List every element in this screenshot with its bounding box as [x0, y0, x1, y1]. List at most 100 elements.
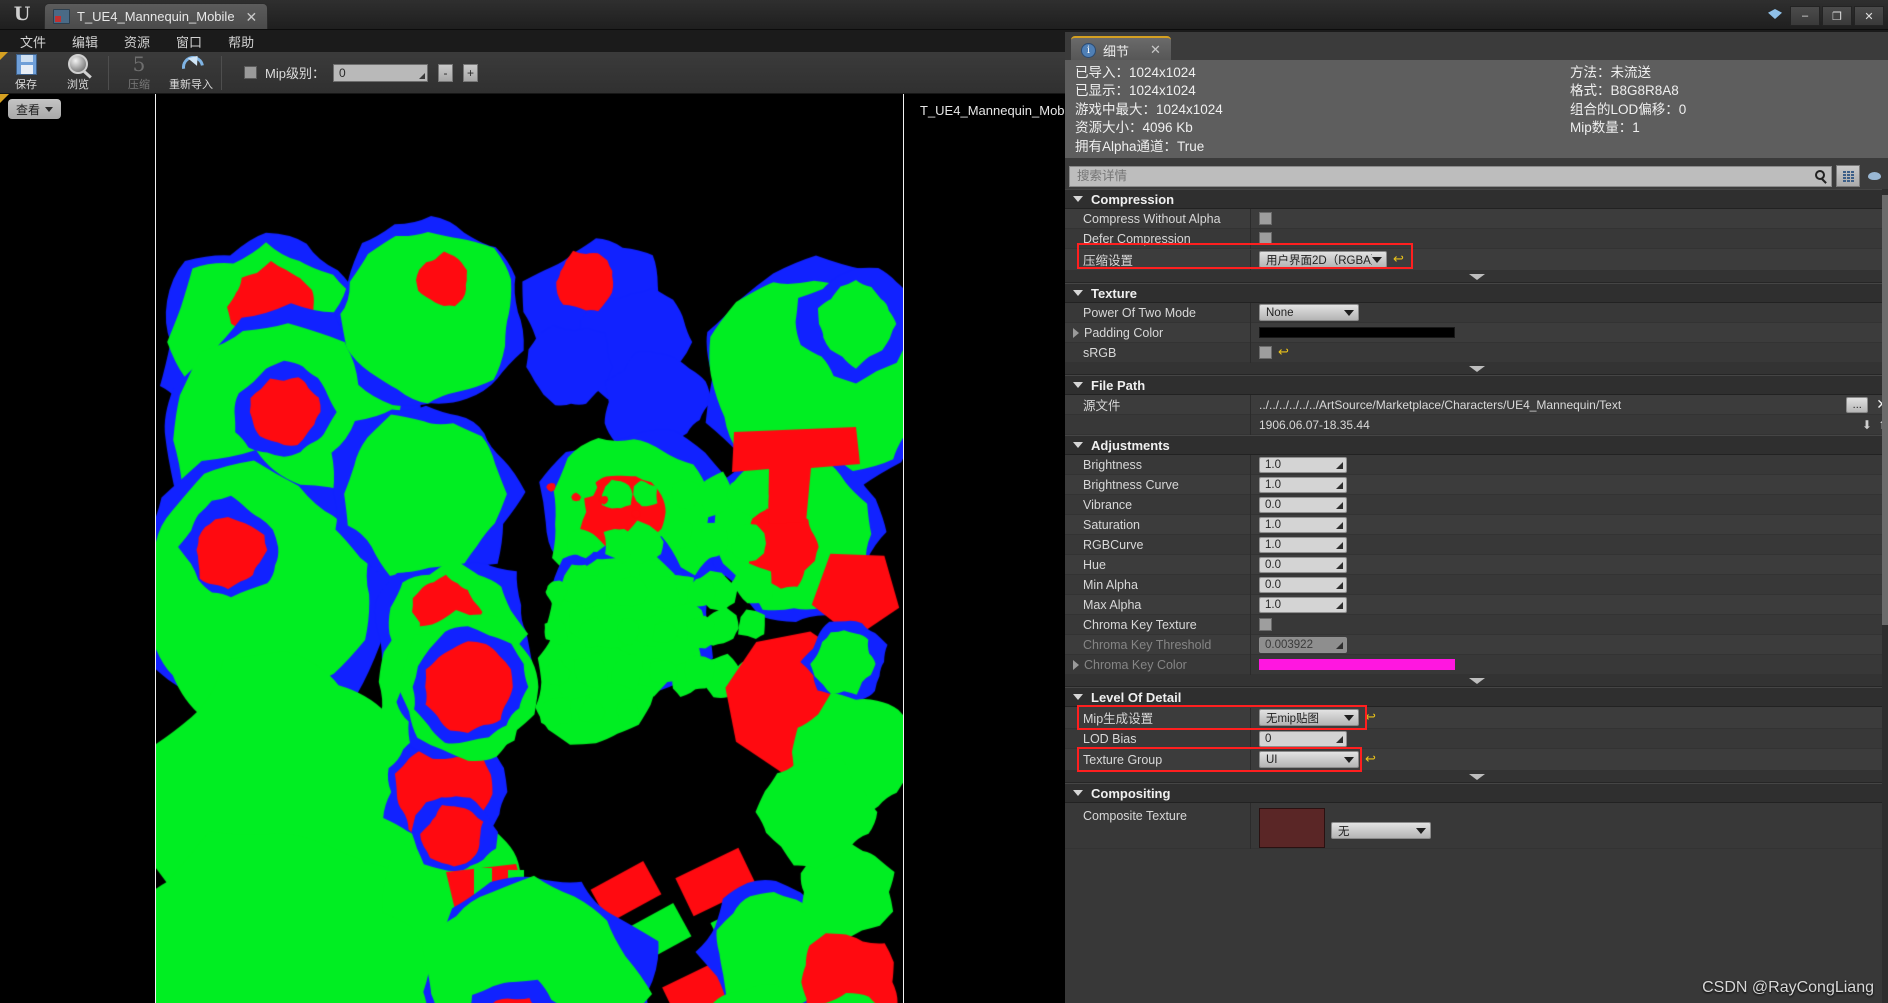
checkbox[interactable]	[1259, 232, 1272, 245]
download-icon[interactable]: ⬇	[1862, 418, 1872, 432]
brightness-curve-input[interactable]: 1.0	[1259, 476, 1347, 493]
collapse-handle[interactable]	[1065, 271, 1888, 283]
section-header-compression[interactable]: Compression	[1065, 189, 1888, 209]
padding-color-swatch[interactable]	[1259, 327, 1455, 338]
revert-icon[interactable]: ↩	[1365, 711, 1376, 724]
property-row-source-file[interactable]: 源文件 ../../../../../../ArtSource/Marketpl…	[1065, 394, 1888, 415]
mip-increment-button[interactable]: +	[462, 63, 478, 82]
texture-viewport[interactable]	[0, 94, 1065, 1003]
checkbox[interactable]	[1259, 346, 1272, 359]
tab-details[interactable]: i 细节 ✕	[1071, 36, 1171, 62]
texture-group-dropdown[interactable]: UI	[1259, 751, 1359, 768]
restore-button[interactable]: ❐	[1822, 6, 1852, 26]
section-header-adjustments[interactable]: Adjustments	[1065, 435, 1888, 455]
property-row-compress-without-alpha[interactable]: Compress Without Alpha	[1065, 208, 1888, 229]
property-row-power-of-two-mode[interactable]: Power Of Two Mode None	[1065, 302, 1888, 323]
property-label: Brightness Curve	[1083, 477, 1179, 492]
checkbox[interactable]	[1259, 618, 1272, 631]
collapse-handle[interactable]	[1065, 675, 1888, 687]
section-header-level-of-detail[interactable]: Level Of Detail	[1065, 687, 1888, 707]
composite-texture-thumbnail[interactable]	[1259, 808, 1325, 848]
collapse-handle[interactable]	[1065, 771, 1888, 783]
compression-settings-dropdown[interactable]: 用户界面2D（RGBA）	[1259, 251, 1387, 268]
search-input-wrapper[interactable]	[1069, 165, 1832, 187]
saturation-input[interactable]: 1.0	[1259, 516, 1347, 533]
property-row-composite-texture[interactable]: Composite Texture 无	[1065, 803, 1888, 849]
vibrance-input[interactable]: 0.0	[1259, 496, 1347, 513]
search-input[interactable]	[1077, 169, 1824, 183]
lod-bias-input[interactable]: 0	[1259, 730, 1347, 747]
chevron-right-icon[interactable]	[1073, 659, 1079, 670]
reimport-button[interactable]: 重新导入	[165, 52, 217, 94]
mip-level-checkbox[interactable]	[244, 66, 257, 79]
close-icon[interactable]: ✕	[1150, 42, 1161, 58]
property-row-min-alpha[interactable]: Min Alpha 0.0	[1065, 574, 1888, 595]
brightness-input[interactable]: 1.0	[1259, 456, 1347, 473]
unreal-texture-editor-window: 𝐔 T_UE4_Mannequin_Mobile ✕ – ❐ ✕ 文件 编辑 资…	[0, 0, 1888, 1003]
menu-item-window[interactable]: 窗口	[164, 30, 214, 53]
property-row-defer-compression[interactable]: Defer Compression	[1065, 228, 1888, 249]
texture-info-block: 已导入：1024x1024 已显示：1024x1024 游戏中最大：1024x1…	[1065, 60, 1888, 158]
section-header-file-path[interactable]: File Path	[1065, 375, 1888, 395]
property-row-rgbcurve[interactable]: RGBCurve 1.0	[1065, 534, 1888, 555]
chevron-down-icon	[1073, 290, 1083, 296]
property-row-brightness-curve[interactable]: Brightness Curve 1.0	[1065, 474, 1888, 495]
browse-file-button[interactable]: ...	[1846, 396, 1869, 413]
property-row-texture-group[interactable]: Texture Group UI ↩	[1065, 749, 1888, 771]
property-list[interactable]: Compression Compress Without Alpha Defer…	[1065, 189, 1888, 1003]
property-row-srgb[interactable]: sRGB ↩	[1065, 342, 1888, 363]
property-row-chroma-key-texture[interactable]: Chroma Key Texture	[1065, 614, 1888, 635]
property-value: 1906.06.07-18.35.44 ⬇ ⬆	[1251, 418, 1888, 432]
browse-button[interactable]: 浏览	[52, 52, 104, 94]
revert-icon[interactable]: ↩	[1365, 753, 1376, 766]
mip-gen-settings-dropdown[interactable]: 无mip贴图	[1259, 709, 1359, 726]
checkbox[interactable]	[1259, 212, 1272, 225]
collapse-handle[interactable]	[1065, 363, 1888, 375]
menu-item-help[interactable]: 帮助	[216, 30, 266, 53]
min-alpha-input[interactable]: 0.0	[1259, 576, 1347, 593]
composite-texture-dropdown[interactable]: 无	[1331, 822, 1431, 839]
revert-icon[interactable]: ↩	[1278, 346, 1289, 359]
asset-tab[interactable]: T_UE4_Mannequin_Mobile ✕	[44, 3, 269, 29]
property-row-mip-gen-settings[interactable]: Mip生成设置 无mip贴图 ↩	[1065, 707, 1888, 729]
unreal-engine-logo-icon: 𝐔	[13, 3, 31, 25]
compress-button[interactable]: 5 压缩	[113, 52, 165, 94]
property-label: Mip生成设置	[1083, 712, 1154, 726]
property-value: 1.0	[1251, 536, 1888, 553]
save-button[interactable]: 保存	[0, 52, 52, 94]
mip-decrement-button[interactable]: -	[437, 63, 453, 82]
visibility-eye-icon[interactable]	[1864, 165, 1884, 187]
property-row-padding-color[interactable]: Padding Color	[1065, 322, 1888, 343]
section-header-texture[interactable]: Texture	[1065, 283, 1888, 303]
power-of-two-mode-dropdown[interactable]: None	[1259, 304, 1359, 321]
chroma-key-color-swatch	[1259, 659, 1455, 670]
property-row-compression-settings[interactable]: 压缩设置 用户界面2D（RGBA） ↩	[1065, 249, 1888, 271]
property-row-lod-bias[interactable]: LOD Bias 0	[1065, 728, 1888, 749]
close-icon[interactable]: ✕	[246, 10, 258, 24]
property-value	[1251, 327, 1888, 338]
view-menu-button[interactable]: 查看	[8, 99, 62, 119]
property-row-brightness[interactable]: Brightness 1.0	[1065, 454, 1888, 475]
chevron-right-icon[interactable]	[1073, 327, 1079, 338]
property-row-saturation[interactable]: Saturation 1.0	[1065, 514, 1888, 535]
property-value	[1251, 232, 1888, 245]
property-row-max-alpha[interactable]: Max Alpha 1.0	[1065, 594, 1888, 615]
property-row-hue[interactable]: Hue 0.0	[1065, 554, 1888, 575]
section-header-compositing[interactable]: Compositing	[1065, 783, 1888, 803]
minimize-button[interactable]: –	[1790, 6, 1820, 26]
mip-level-input[interactable]: 0	[332, 63, 428, 82]
menu-item-edit[interactable]: 编辑	[60, 30, 110, 53]
texture-preview-canvas	[156, 192, 903, 1003]
rgbcurve-input[interactable]: 1.0	[1259, 536, 1347, 553]
revert-icon[interactable]: ↩	[1393, 253, 1404, 266]
property-row-vibrance[interactable]: Vibrance 0.0	[1065, 494, 1888, 515]
dropdown-value: 无mip贴图	[1266, 712, 1320, 725]
menu-item-asset[interactable]: 资源	[112, 30, 162, 53]
menu-item-file[interactable]: 文件	[8, 30, 58, 53]
property-label: Min Alpha	[1083, 577, 1138, 592]
details-scrollbar-thumb[interactable]	[1882, 195, 1888, 625]
close-button[interactable]: ✕	[1854, 6, 1884, 26]
hue-input[interactable]: 0.0	[1259, 556, 1347, 573]
max-alpha-input[interactable]: 1.0	[1259, 596, 1347, 613]
grid-view-button[interactable]	[1836, 165, 1860, 187]
